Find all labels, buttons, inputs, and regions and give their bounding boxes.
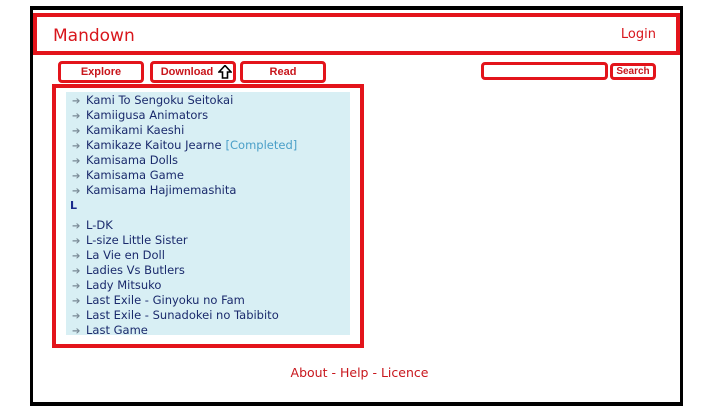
tab-download-label: Download <box>160 66 214 78</box>
mouse-cursor-icon <box>218 65 232 79</box>
list-item-title: Kamikami Kaeshi <box>86 123 185 137</box>
arrow-right-icon: ➔ <box>72 281 81 292</box>
arrow-right-icon: ➔ <box>72 141 81 152</box>
arrow-right-icon: ➔ <box>72 266 81 277</box>
footer: About - Help - Licence <box>0 365 719 380</box>
list-item[interactable]: ➔ Last Exile - Ginyoku no Fam <box>72 293 245 308</box>
arrow-right-icon: ➔ <box>72 326 81 337</box>
footer-separator: - <box>327 365 340 380</box>
arrow-right-icon: ➔ <box>72 311 81 322</box>
list-item[interactable]: ➔ Last Exile - Sunadokei no Tabibito <box>72 308 279 323</box>
arrow-right-icon: ➔ <box>72 171 81 182</box>
tab-download[interactable]: Download <box>150 61 236 83</box>
arrow-right-icon: ➔ <box>72 236 81 247</box>
list-item[interactable]: ➔ Lady Mitsuko <box>72 278 161 293</box>
arrow-right-icon: ➔ <box>72 111 81 122</box>
tab-explore[interactable]: Explore <box>58 61 144 83</box>
list-item-title: L-size Little Sister <box>86 233 188 247</box>
list-item[interactable]: ➔ Kamiigusa Animators <box>72 108 208 123</box>
tab-read[interactable]: Read <box>240 61 326 83</box>
arrow-right-icon: ➔ <box>72 186 81 197</box>
search-input[interactable] <box>481 62 608 80</box>
site-title[interactable]: Mandown <box>53 26 135 46</box>
search-button[interactable]: Search <box>610 63 656 80</box>
list-item-title: Last Exile - Sunadokei no Tabibito <box>86 308 279 322</box>
list-item-title: Lady Mitsuko <box>86 278 162 292</box>
list-item-title: La Vie en Doll <box>86 248 165 262</box>
manga-list: ➔ Kami To Sengoku Seitokai ➔ Kamiigusa Anim… <box>66 92 350 338</box>
list-item[interactable]: ➔ Kamikami Kaeshi <box>72 123 184 138</box>
letter-heading: L <box>70 199 78 212</box>
licence-link[interactable]: Licence <box>381 365 429 380</box>
list-item[interactable]: ➔ Kamisama Dolls <box>72 153 178 168</box>
list-item[interactable]: ➔ Last Game <box>72 323 148 338</box>
footer-separator: - <box>368 365 381 380</box>
list-item-title: Kamikaze Kaitou Jearne <box>86 138 222 152</box>
header-bar: Mandown Login <box>33 13 680 55</box>
list-item[interactable]: ➔ Kamisama Hajimemashita <box>72 183 236 198</box>
list-item-title: Kamisama Dolls <box>86 153 178 167</box>
list-item[interactable]: ➔ Kami To Sengoku Seitokai <box>72 93 233 108</box>
list-item-title: Kami To Sengoku Seitokai <box>86 93 234 107</box>
list-item[interactable]: ➔ Kamikaze Kaitou Jearne [Completed] <box>72 138 297 153</box>
list-item-title: Ladies Vs Butlers <box>86 263 185 277</box>
list-item[interactable]: ➔ Kamisama Game <box>72 168 184 183</box>
list-item[interactable]: ➔ La Vie en Doll <box>72 248 165 263</box>
status-badge: [Completed] <box>225 138 298 152</box>
list-item-title: Kamiigusa Animators <box>86 108 209 122</box>
list-item[interactable]: ➔ Ladies Vs Butlers <box>72 263 185 278</box>
list-item-title: Last Exile - Ginyoku no Fam <box>86 293 245 307</box>
arrow-right-icon: ➔ <box>72 126 81 137</box>
arrow-right-icon: ➔ <box>72 296 81 307</box>
help-link[interactable]: Help <box>340 365 369 380</box>
login-link[interactable]: Login <box>621 27 656 42</box>
arrow-right-icon: ➔ <box>72 221 81 232</box>
arrow-right-icon: ➔ <box>72 156 81 167</box>
list-item-title: Kamisama Hajimemashita <box>86 183 237 197</box>
list-item-title: Kamisama Game <box>86 168 184 182</box>
about-link[interactable]: About <box>291 365 328 380</box>
list-item-title: L-DK <box>86 218 113 232</box>
list-item[interactable]: ➔ L-DK <box>72 218 113 233</box>
list-item-title: Last Game <box>86 323 148 337</box>
arrow-right-icon: ➔ <box>72 96 81 107</box>
arrow-right-icon: ➔ <box>72 251 81 262</box>
list-item[interactable]: ➔ L-size Little Sister <box>72 233 188 248</box>
